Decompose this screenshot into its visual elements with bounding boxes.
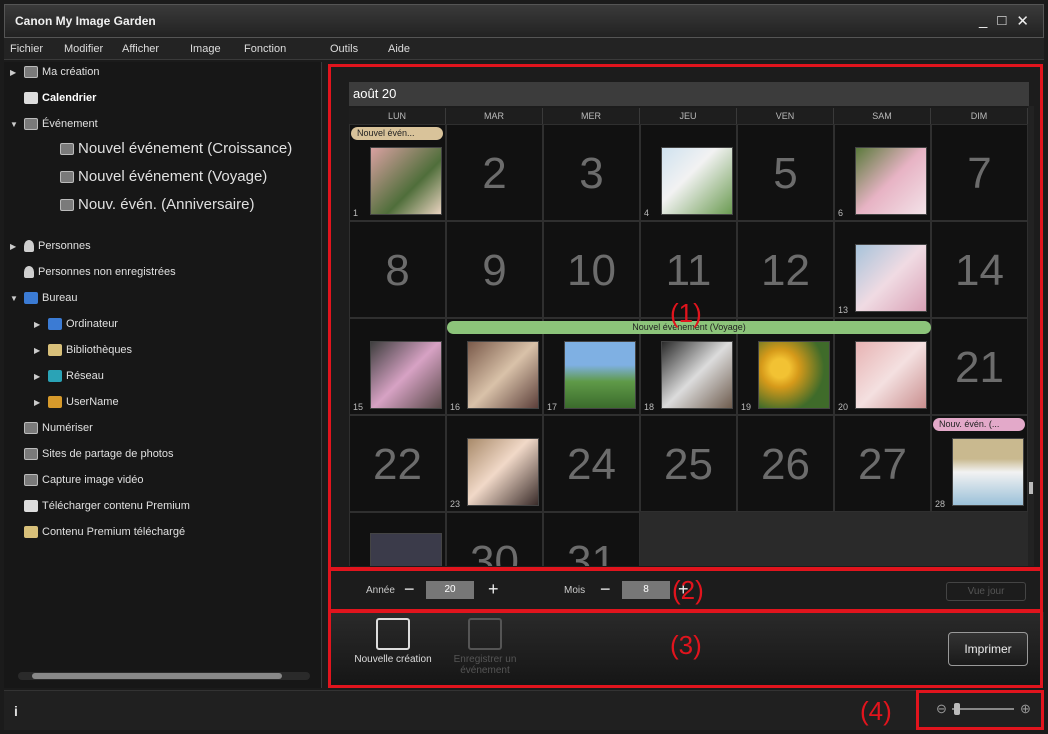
calendar-icon bbox=[24, 92, 38, 104]
sidebar-horizontal-scrollbar[interactable] bbox=[18, 672, 310, 680]
sidebar-item-numeriser[interactable]: Numériser bbox=[24, 422, 93, 434]
expand-arrow-icon[interactable]: ▶ bbox=[10, 68, 20, 77]
info-icon[interactable]: i bbox=[14, 703, 18, 719]
maximize-icon[interactable]: □ bbox=[997, 12, 1006, 30]
event-photo-icon bbox=[60, 142, 74, 155]
callout-box-4 bbox=[916, 690, 1044, 730]
scrollbar-thumb[interactable] bbox=[32, 673, 282, 679]
menu-bar: Fichier Modifier Afficher Image Fonction… bbox=[4, 38, 1044, 60]
menu-afficher[interactable]: Afficher bbox=[122, 43, 159, 55]
sidebar-item-username[interactable]: ▶ UserName bbox=[34, 396, 119, 408]
premium-folder-icon bbox=[24, 526, 38, 538]
expand-arrow-icon[interactable]: ▶ bbox=[34, 320, 44, 329]
sidebar-item-event-voyage[interactable]: Nouvel événement (Voyage) bbox=[60, 168, 267, 185]
sidebar-item-personnes[interactable]: ▶ Personnes bbox=[10, 240, 91, 252]
expand-arrow-icon[interactable]: ▶ bbox=[10, 242, 20, 251]
title-bar: Canon My Image Garden _ □ ✕ bbox=[4, 4, 1044, 38]
video-capture-icon bbox=[24, 474, 38, 486]
user-folder-icon bbox=[48, 396, 62, 408]
collapse-arrow-icon[interactable]: ▼ bbox=[10, 294, 20, 303]
sidebar-item-premium-telecharge[interactable]: Contenu Premium téléchargé bbox=[24, 526, 185, 538]
scan-icon bbox=[24, 422, 38, 434]
close-icon[interactable]: ✕ bbox=[1016, 12, 1029, 30]
sidebar-tree: ▶ Ma création Calendrier ▼ Événement Nouve… bbox=[4, 62, 322, 688]
creation-icon bbox=[24, 66, 38, 78]
sidebar-item-evenement[interactable]: ▼ Événement bbox=[10, 118, 98, 130]
callout-label-2: (2) bbox=[672, 575, 704, 605]
sidebar-item-sites-partage[interactable]: Sites de partage de photos bbox=[24, 448, 173, 460]
minimize-icon[interactable]: _ bbox=[979, 12, 987, 30]
menu-outils[interactable]: Outils bbox=[330, 43, 358, 55]
event-photo-icon bbox=[60, 170, 74, 183]
person-icon bbox=[24, 240, 34, 252]
photo-sharing-icon bbox=[24, 448, 38, 460]
menu-fonction[interactable]: Fonction bbox=[244, 43, 286, 55]
sidebar-item-ma-creation[interactable]: ▶ Ma création bbox=[10, 66, 99, 78]
expand-arrow-icon[interactable]: ▶ bbox=[34, 398, 44, 407]
network-icon bbox=[48, 370, 62, 382]
expand-arrow-icon[interactable]: ▶ bbox=[34, 372, 44, 381]
sidebar-item-event-anniversaire[interactable]: Nouv. évén. (Anniversaire) bbox=[60, 196, 254, 213]
download-premium-icon bbox=[24, 500, 38, 512]
library-icon bbox=[48, 344, 62, 356]
collapse-arrow-icon[interactable]: ▼ bbox=[10, 120, 20, 129]
sidebar-item-calendrier[interactable]: Calendrier bbox=[24, 92, 96, 104]
sidebar-item-personnes-non-enregistrees[interactable]: Personnes non enregistrées bbox=[24, 266, 176, 278]
desktop-icon bbox=[24, 292, 38, 304]
person-icon bbox=[24, 266, 34, 278]
callout-label-3: (3) bbox=[670, 630, 702, 660]
computer-icon bbox=[48, 318, 62, 330]
menu-modifier[interactable]: Modifier bbox=[64, 43, 103, 55]
sidebar-item-bibliotheques[interactable]: ▶ Bibliothèques bbox=[34, 344, 132, 356]
menu-fichier[interactable]: Fichier bbox=[10, 43, 43, 55]
sidebar-item-telecharger-premium[interactable]: Télécharger contenu Premium bbox=[24, 500, 190, 512]
expand-arrow-icon[interactable]: ▶ bbox=[34, 346, 44, 355]
callout-label-1: (1) bbox=[670, 298, 702, 328]
sidebar-item-reseau[interactable]: ▶ Réseau bbox=[34, 370, 104, 382]
event-photo-icon bbox=[60, 198, 74, 211]
window-controls: _ □ ✕ bbox=[979, 12, 1029, 30]
event-icon bbox=[24, 118, 38, 130]
callout-label-4: (4) bbox=[860, 696, 892, 726]
menu-image[interactable]: Image bbox=[190, 43, 221, 55]
sidebar-item-ordinateur[interactable]: ▶ Ordinateur bbox=[34, 318, 118, 330]
sidebar-item-event-croissance[interactable]: Nouvel événement (Croissance) bbox=[60, 140, 292, 157]
sidebar-item-capture-video[interactable]: Capture image vidéo bbox=[24, 474, 144, 486]
sidebar-item-bureau[interactable]: ▼ Bureau bbox=[10, 292, 77, 304]
menu-aide[interactable]: Aide bbox=[388, 43, 410, 55]
window-title: Canon My Image Garden bbox=[15, 14, 156, 28]
